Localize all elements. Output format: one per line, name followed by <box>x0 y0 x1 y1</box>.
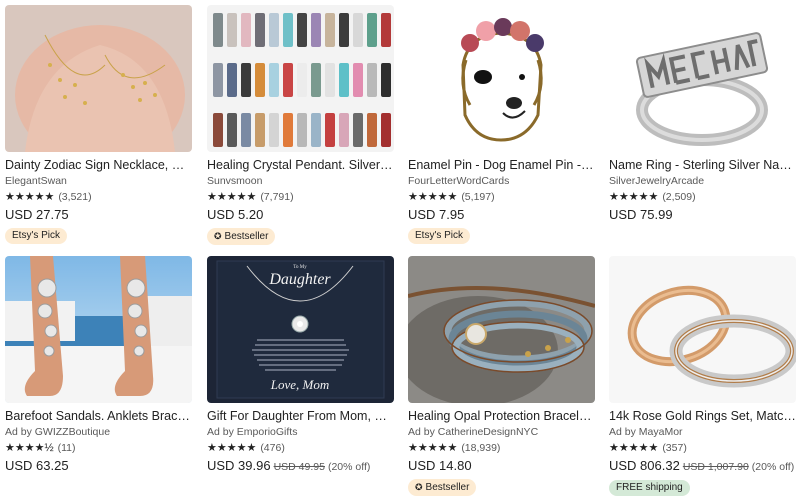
badge-label: Bestseller <box>425 482 470 493</box>
listing-image[interactable]: To My Daughter Love, Mom <box>207 256 394 403</box>
rating: ★★★★★ (7,791) <box>207 190 394 204</box>
review-count: (357) <box>662 442 687 454</box>
listing-image[interactable] <box>408 5 595 152</box>
price: USD 39.96 USD 49.95 (20% off) <box>207 458 394 475</box>
shop-name: Ad by CatherineDesignNYC <box>408 426 539 438</box>
listing-title[interactable]: Enamel Pin - Dog Enamel Pin - Dog... <box>408 157 595 173</box>
review-count: (7,791) <box>260 191 294 203</box>
listing-title[interactable]: Healing Crystal Pendant. Silver Cr... <box>207 157 394 173</box>
listing-card[interactable]: 14k Rose Gold Rings Set, Matchin... Ad b… <box>609 256 796 496</box>
listing-card[interactable]: Healing Crystal Pendant. Silver Cr... Su… <box>207 5 394 245</box>
star-rating-icon: ★★★★★ <box>609 191 659 203</box>
star-rating-icon: ★★★★½ <box>5 442 54 454</box>
listing-card[interactable]: Enamel Pin - Dog Enamel Pin - Dog... Fou… <box>408 5 595 244</box>
card-small-text: To My <box>293 265 307 270</box>
listing-title[interactable]: Gift For Daughter From Mom, Dau... <box>207 408 394 424</box>
star-rating-icon: ★★★★★ <box>408 191 458 203</box>
current-price: USD 63.25 <box>5 458 69 473</box>
current-price: USD 75.99 <box>609 207 673 222</box>
shop-name: FourLetterWordCards <box>408 175 510 187</box>
rating: ★★★★★ (18,939) <box>408 441 595 455</box>
price: USD 806.32 USD 1,007.90 (20% off) <box>609 458 796 475</box>
current-price: USD 5.20 <box>207 207 264 222</box>
listing-title[interactable]: Dainty Zodiac Sign Necklace, Con... <box>5 157 192 173</box>
review-count: (476) <box>260 442 285 454</box>
listing-image[interactable] <box>5 256 192 403</box>
price: USD 14.80 <box>408 458 595 474</box>
award-icon: ✪ <box>214 231 222 241</box>
bestseller-badge: ✪ Bestseller <box>408 479 477 496</box>
listing-image[interactable] <box>5 5 192 152</box>
current-price: USD 7.95 <box>408 207 465 222</box>
rating: ★★★★★ (357) <box>609 441 796 455</box>
current-price: USD 806.32 <box>609 458 680 473</box>
listing-image[interactable] <box>207 5 394 152</box>
review-count: (18,939) <box>461 442 501 454</box>
shop-name: ElegantSwan <box>5 175 67 187</box>
current-price: USD 14.80 <box>408 458 472 473</box>
star-rating-icon: ★★★★★ <box>5 191 55 203</box>
shop-name: Ad by EmporioGifts <box>207 426 298 438</box>
etsys-pick-badge: Etsy's Pick <box>408 228 471 244</box>
price: USD 63.25 <box>5 458 192 474</box>
rating: ★★★★★ (2,509) <box>609 190 796 204</box>
review-count: (3,521) <box>58 191 92 203</box>
original-price: USD 1,007.90 <box>682 461 749 473</box>
star-rating-icon: ★★★★★ <box>408 442 458 454</box>
current-price: USD 27.75 <box>5 207 69 222</box>
review-count: (11) <box>57 442 76 454</box>
listing-title[interactable]: Healing Opal Protection Bracelet-... <box>408 408 595 424</box>
listing-image[interactable] <box>609 256 796 403</box>
listing-title[interactable]: Name Ring - Sterling Silver Name ... <box>609 157 796 173</box>
star-rating-icon: ★★★★★ <box>207 191 257 203</box>
listing-card[interactable]: Dainty Zodiac Sign Necklace, Con... Eleg… <box>5 5 192 244</box>
listing-card[interactable]: Healing Opal Protection Bracelet-... Ad … <box>408 256 595 496</box>
rating: ★★★★½ (11) <box>5 441 192 455</box>
rating: ★★★★★ (476) <box>207 441 394 455</box>
listing-card[interactable]: Barefoot Sandals. Anklets Bracelet... Ad… <box>5 256 192 474</box>
card-sign-text: Love, Mom <box>270 377 330 392</box>
listing-image[interactable] <box>609 5 796 152</box>
price: USD 27.75 <box>5 207 192 223</box>
listing-title[interactable]: 14k Rose Gold Rings Set, Matchin... <box>609 408 796 424</box>
price: USD 5.20 <box>207 207 394 223</box>
listing-card[interactable]: Name Ring - Sterling Silver Name ... Sil… <box>609 5 796 223</box>
current-price: USD 39.96 <box>207 458 271 473</box>
review-count: (2,509) <box>662 191 696 203</box>
rating: ★★★★★ (5,197) <box>408 190 595 204</box>
shop-name: Sunvsmoon <box>207 175 263 187</box>
badge-label: Bestseller <box>224 231 269 242</box>
listing-image[interactable] <box>408 256 595 403</box>
shop-name: Ad by MayaMor <box>609 426 683 438</box>
listing-card[interactable]: To My Daughter Love, Mom Gift For Daught… <box>207 256 394 475</box>
price: USD 7.95 <box>408 207 595 223</box>
review-count: (5,197) <box>461 191 495 203</box>
bestseller-badge: ✪ Bestseller <box>207 228 276 245</box>
star-rating-icon: ★★★★★ <box>207 442 257 454</box>
original-price: USD 49.95 <box>273 461 325 473</box>
discount: (20% off) <box>751 461 795 473</box>
card-title-text: Daughter <box>268 271 331 288</box>
discount: (20% off) <box>327 461 371 473</box>
listing-title[interactable]: Barefoot Sandals. Anklets Bracelet... <box>5 408 192 424</box>
shop-name: Ad by GWIZZBoutique <box>5 426 111 438</box>
star-rating-icon: ★★★★★ <box>609 442 659 454</box>
shop-name: SilverJewelryArcade <box>609 175 705 187</box>
award-icon: ✪ <box>415 482 423 492</box>
price: USD 75.99 <box>609 207 796 223</box>
rating: ★★★★★ (3,521) <box>5 190 192 204</box>
etsys-pick-badge: Etsy's Pick <box>5 228 68 244</box>
